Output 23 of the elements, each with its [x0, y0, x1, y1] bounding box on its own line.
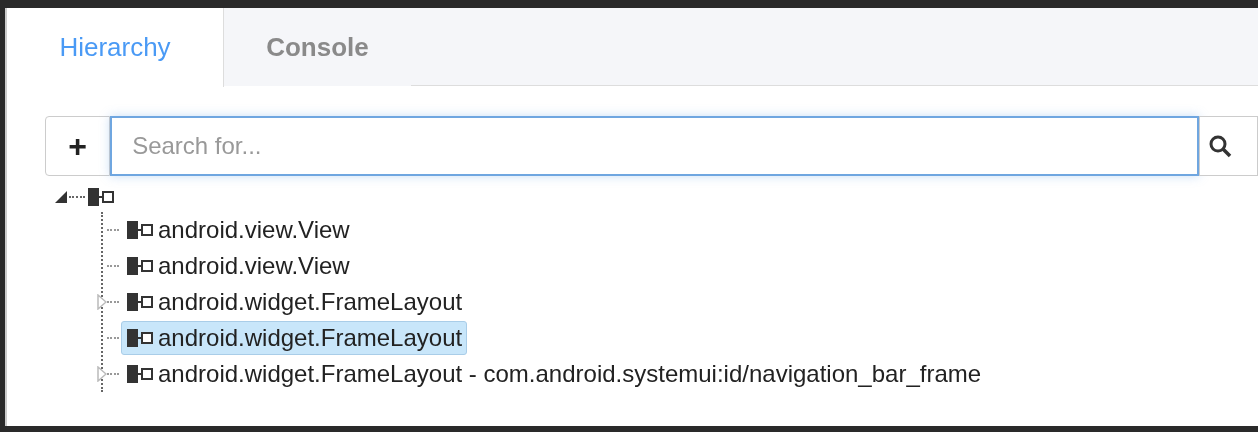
search-button[interactable]: [1198, 116, 1258, 176]
search-field[interactable]: Search for...: [110, 116, 1199, 176]
node-label: android.widget.FrameLayout: [158, 287, 463, 317]
search-icon: [1207, 134, 1232, 158]
node-label: android.widget.FrameLayout - com.android.systemui:id/navigation_bar_frame: [158, 359, 982, 389]
collapsed-triangle-icon[interactable]: [97, 366, 107, 382]
node-icon: [87, 187, 115, 207]
tree-node[interactable]: android.view.View: [121, 213, 355, 247]
tree-node[interactable]: android.widget.FrameLayout: [121, 285, 468, 319]
add-button[interactable]: +: [45, 116, 111, 176]
node-label: android.view.View: [158, 215, 350, 245]
node-label: android.view.View: [158, 251, 350, 281]
node-icon: [126, 256, 154, 276]
node-icon: [126, 220, 154, 240]
node-icon: [126, 328, 154, 348]
tree-node[interactable]: android.widget.FrameLayout: [121, 321, 468, 355]
node-label: android.widget.FrameLayout: [158, 323, 463, 353]
node-icon: [126, 364, 154, 384]
tree-node[interactable]: android.widget.FrameLayout - com.android.systemui:id/navigation_bar_frame: [121, 357, 987, 391]
expanded-triangle-icon[interactable]: [55, 191, 67, 203]
node-icon: [126, 292, 154, 312]
collapsed-triangle-icon[interactable]: [97, 294, 107, 310]
tree-node[interactable]: android.view.View: [121, 249, 355, 283]
